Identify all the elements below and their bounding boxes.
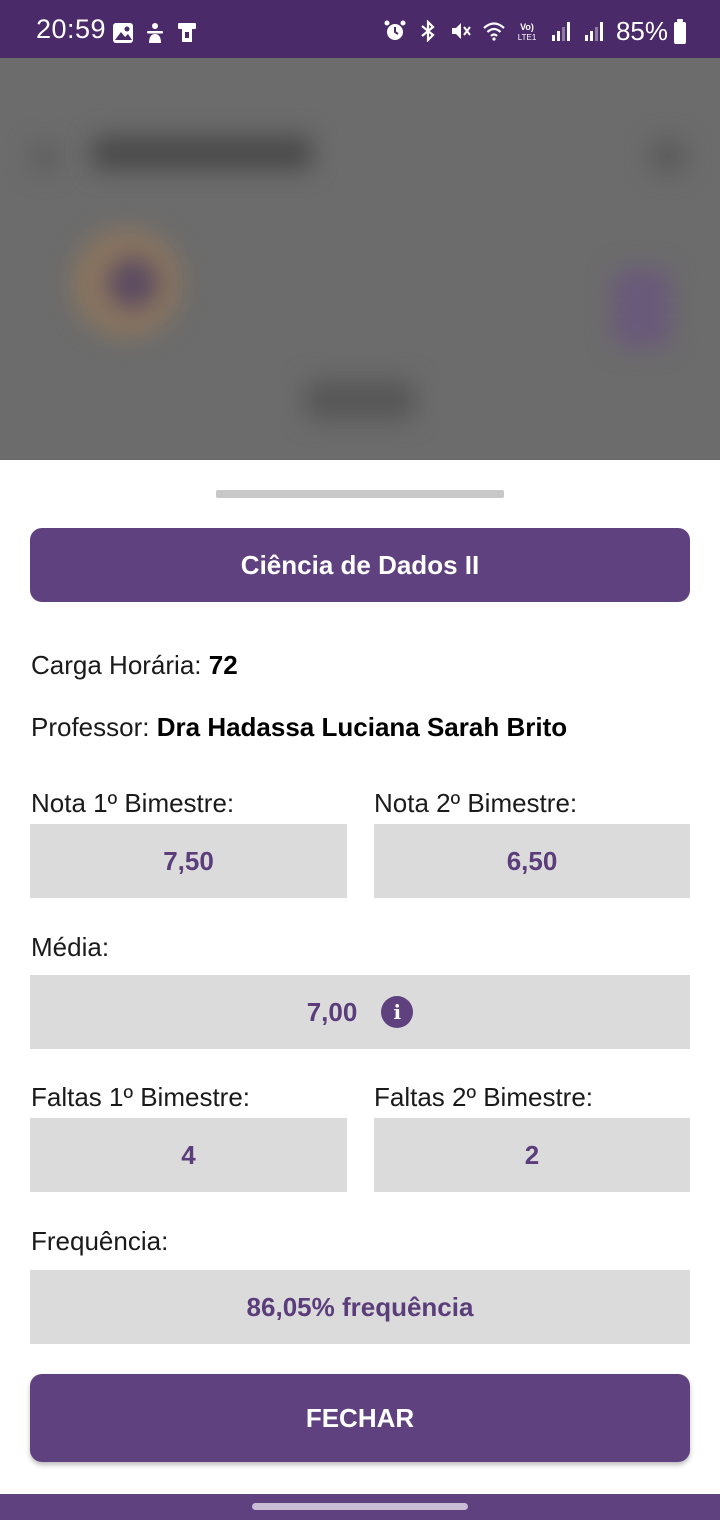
grade2-value: 6,50 — [374, 824, 690, 898]
info-icon[interactable]: i — [381, 996, 414, 1028]
absences1-label: Faltas 1º Bimestre: — [31, 1082, 251, 1112]
absences1-value: 4 — [30, 1118, 347, 1192]
status-right-icons: Vo) LTE1 — [384, 20, 604, 42]
svg-text:LTE1: LTE1 — [518, 33, 537, 42]
svg-text:Vo): Vo) — [520, 22, 534, 32]
signal-icon — [585, 22, 603, 41]
battery-icon — [674, 19, 686, 44]
workload-label: Carga Horária: — [31, 650, 202, 680]
battery-percent: 85% — [615, 16, 668, 46]
blurred-side-button — [612, 268, 672, 348]
grade2-label: Nota 2º Bimestre: — [374, 788, 578, 818]
professor-row: Professor: Dra Hadassa Luciana Sarah Bri… — [31, 712, 567, 743]
frequency-label: Frequência: — [31, 1226, 169, 1256]
professor-label: Professor: — [31, 712, 150, 742]
status-left-icons — [112, 22, 198, 44]
blurred-header-title — [92, 136, 312, 170]
subject-details-sheet: Ciência de Dados II Carga Horária: 72 Pr… — [0, 460, 720, 1494]
blurred-menu-icon — [650, 138, 686, 174]
home-gesture-pill[interactable] — [252, 1503, 468, 1510]
blurred-avatar-inner — [108, 258, 158, 308]
professor-value: Dra Hadassa Luciana Sarah Brito — [156, 712, 568, 742]
blurred-label — [305, 380, 415, 420]
alarm-icon — [384, 20, 406, 40]
frequency-value: 86,05% frequência — [30, 1270, 690, 1344]
gallery-icon — [113, 23, 133, 43]
signal-icon — [552, 22, 570, 41]
blurred-back-arrow — [30, 143, 60, 173]
bluetooth-icon — [421, 20, 435, 42]
accessibility-icon — [147, 23, 163, 43]
subject-title: Ciência de Dados II — [30, 528, 690, 602]
average-label: Média: — [31, 932, 110, 962]
drag-handle[interactable] — [216, 490, 504, 498]
average-value: 7,00 — [306, 996, 358, 1027]
grade1-value: 7,50 — [30, 824, 347, 898]
close-button[interactable]: FECHAR — [30, 1374, 690, 1462]
workload-value: 72 — [208, 650, 238, 680]
grade1-label: Nota 1º Bimestre: — [31, 788, 235, 818]
wifi-icon — [483, 22, 505, 41]
status-time: 20:59 — [36, 14, 107, 44]
workload-row: Carga Horária: 72 — [31, 650, 238, 681]
navigation-bar — [0, 1494, 720, 1520]
volte-icon: Vo)LTE1 — [518, 22, 537, 42]
absences2-label: Faltas 2º Bimestre: — [374, 1082, 594, 1112]
absences2-value: 2 — [374, 1118, 690, 1192]
mute-icon — [452, 23, 471, 39]
average-field: 7,00 i — [30, 975, 690, 1049]
dimmed-background[interactable] — [0, 58, 720, 460]
status-bar: 20:59 Vo) LTE1 85% — [0, 0, 720, 58]
card-icon — [178, 23, 196, 42]
